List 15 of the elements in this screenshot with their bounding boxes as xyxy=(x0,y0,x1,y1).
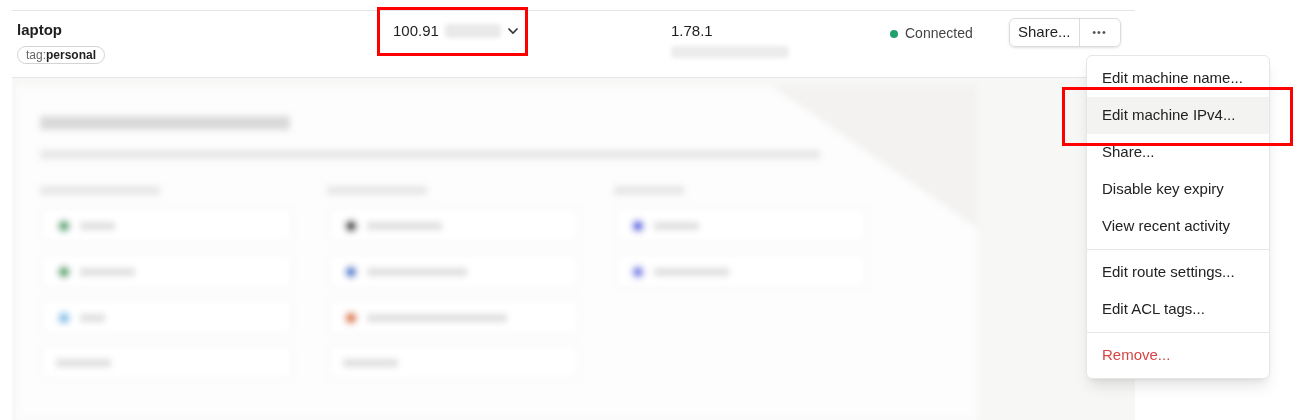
more-button[interactable]: ••• xyxy=(1079,19,1120,46)
menu-item[interactable]: Edit ACL tags... xyxy=(1087,291,1269,328)
menu-item[interactable]: Edit machine IPv4... xyxy=(1087,97,1269,134)
menu-item[interactable]: Edit machine name... xyxy=(1087,60,1269,97)
client-version: 1.78.1 xyxy=(671,21,713,41)
menu-item[interactable]: Share... xyxy=(1087,134,1269,171)
menu-item[interactable]: Remove... xyxy=(1087,337,1269,374)
chevron-down-icon[interactable] xyxy=(506,27,519,35)
ip-address: 100.91 xyxy=(393,21,439,41)
menu-item[interactable]: View recent activity xyxy=(1087,208,1269,245)
status-text: Connected xyxy=(905,24,973,43)
menu-item[interactable]: Edit route settings... xyxy=(1087,254,1269,291)
device-name: laptop xyxy=(17,20,62,40)
share-button[interactable]: Share... xyxy=(1010,19,1080,46)
menu-item[interactable]: Disable key expiry xyxy=(1087,171,1269,208)
